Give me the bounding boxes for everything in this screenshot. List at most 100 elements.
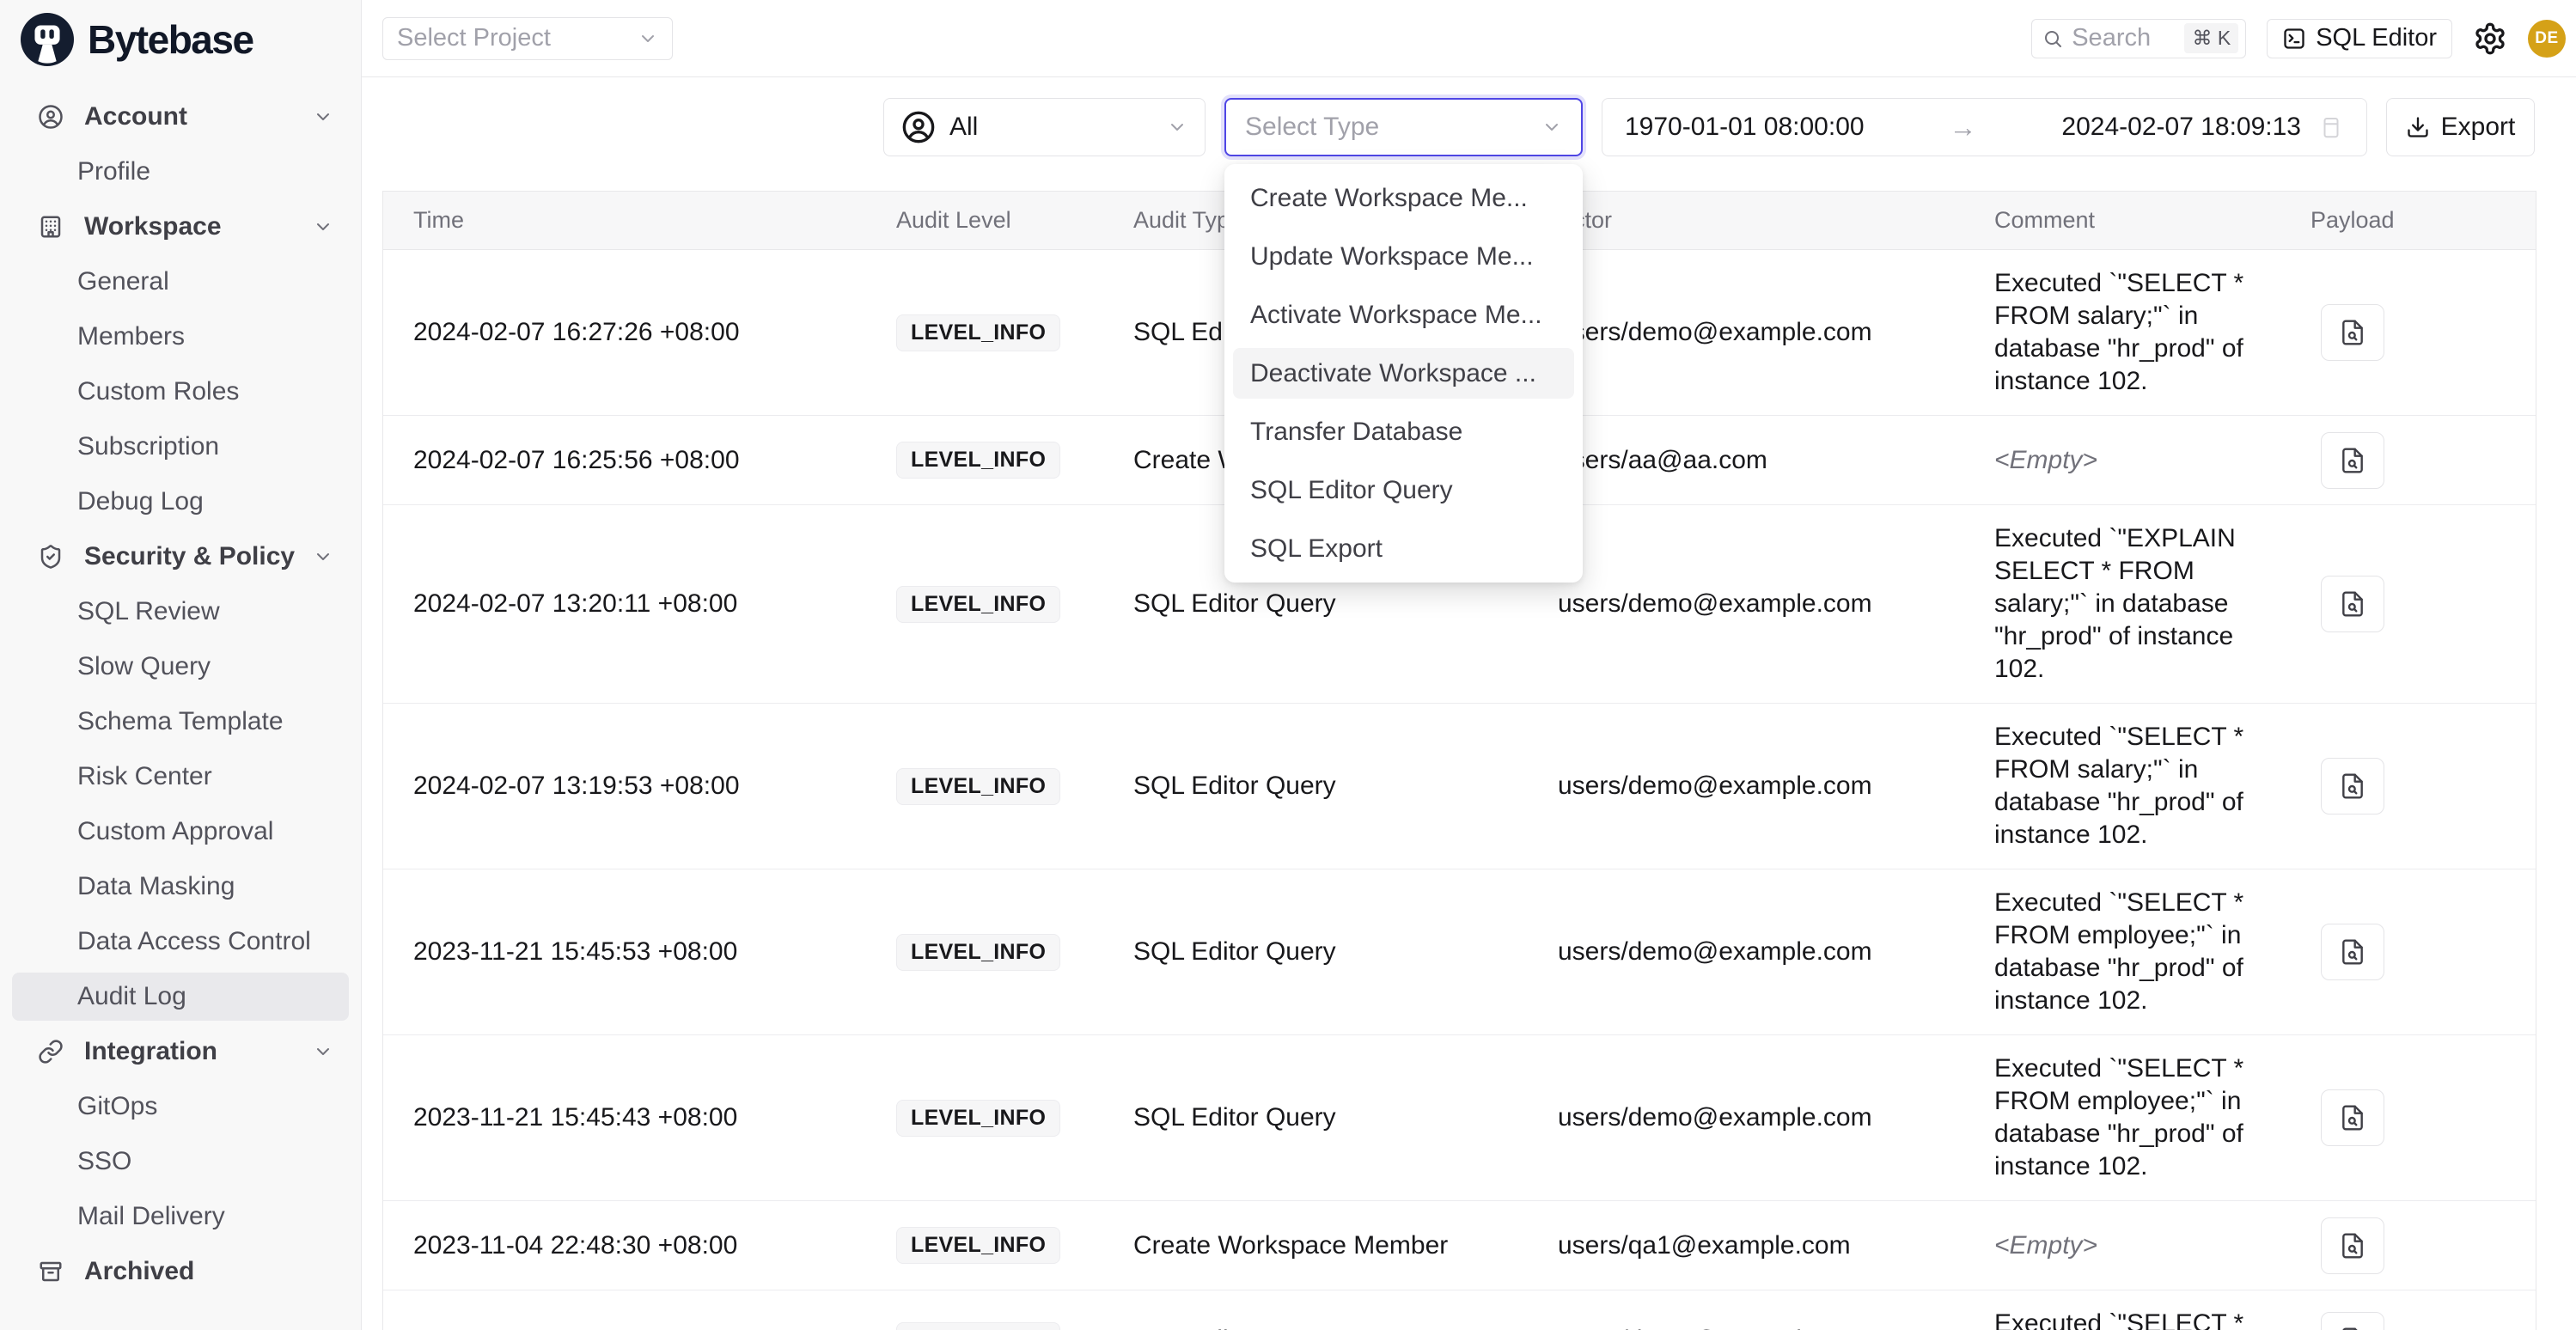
- type-dropdown-menu: Create Workspace Me... Update Workspace M…: [1224, 164, 1583, 583]
- payload-view-button[interactable]: [2321, 1217, 2384, 1274]
- column-header-time: Time: [383, 207, 896, 234]
- search-shortcut-kbd: ⌘ K: [2184, 23, 2238, 53]
- comment-cell: Executed `"EXPLAIN SELECT * FROM salary;…: [1994, 505, 2286, 703]
- audit-level-badge: LEVEL_INFO: [896, 314, 1060, 351]
- column-header-audit-level: Audit Level: [896, 207, 1133, 234]
- sidebar-item-general[interactable]: General: [12, 258, 349, 306]
- avatar[interactable]: DE: [2528, 20, 2566, 58]
- building-icon: [38, 214, 64, 240]
- sidebar-item-label: Custom Roles: [77, 377, 349, 406]
- chevron-down-icon: [638, 28, 658, 49]
- export-button[interactable]: Export: [2386, 98, 2535, 156]
- search-input[interactable]: Search ⌘ K: [2031, 19, 2246, 58]
- file-search-icon: [2339, 1230, 2366, 1261]
- audit-type-cell: SQL Editor Query: [1133, 589, 1558, 619]
- actor-cell: users/demo@example.com: [1558, 589, 1994, 619]
- sidebar-item-subscription[interactable]: Subscription: [12, 423, 349, 471]
- settings-gear-icon[interactable]: [2473, 21, 2507, 56]
- menu-item-sql-export[interactable]: SQL Export: [1233, 523, 1574, 574]
- sidebar-item-label: General: [77, 267, 349, 296]
- time-cell: 2023-11-04 22:48:30 +08:00: [383, 1231, 896, 1260]
- payload-view-button[interactable]: [2321, 758, 2384, 814]
- sidebar-item-archived[interactable]: Archived: [12, 1248, 349, 1296]
- sidebar-item-label: Integration: [84, 1037, 313, 1066]
- project-select[interactable]: Select Project: [382, 17, 673, 60]
- sidebar-item-members[interactable]: Members: [12, 313, 349, 361]
- sidebar-item-custom-approval[interactable]: Custom Approval: [12, 808, 349, 856]
- sidebar-item-integration[interactable]: Integration: [12, 1028, 349, 1076]
- file-search-icon: [2339, 1325, 2366, 1330]
- audit-type-cell: SQL Editor Query: [1133, 1103, 1558, 1132]
- sidebar-item-data-access-control[interactable]: Data Access Control: [12, 918, 349, 966]
- actor-cell: users/demo@example.com: [1558, 1326, 1994, 1330]
- time-cell: 2023-11-04 01:06:24 +08:00: [383, 1326, 896, 1330]
- brand-logo[interactable]: Bytebase: [0, 0, 361, 74]
- comment-cell: Executed `"SELECT * FROM employee;"` in …: [1994, 1035, 2286, 1200]
- payload-view-button[interactable]: [2321, 576, 2384, 632]
- actor-cell: users/demo@example.com: [1558, 772, 1994, 801]
- payload-view-button[interactable]: [2321, 1089, 2384, 1146]
- brand-name: Bytebase: [88, 16, 253, 63]
- actor-filter-select[interactable]: All: [883, 98, 1206, 156]
- sidebar-item-slow-query[interactable]: Slow Query: [12, 643, 349, 691]
- comment-cell: <Empty>: [1994, 427, 2286, 494]
- audit-level-badge: LEVEL_INFO: [896, 768, 1060, 805]
- sidebar-item-sql-review[interactable]: SQL Review: [12, 588, 349, 636]
- menu-item-transfer-database[interactable]: Transfer Database: [1233, 406, 1574, 457]
- payload-view-button[interactable]: [2321, 924, 2384, 980]
- time-cell: 2024-02-07 13:19:53 +08:00: [383, 772, 896, 801]
- menu-item-sql-editor-query[interactable]: SQL Editor Query: [1233, 465, 1574, 516]
- user-circle-icon: [38, 104, 64, 130]
- sidebar-item-label: Workspace: [84, 212, 313, 241]
- comment-cell: <Empty>: [1994, 1212, 2286, 1279]
- sidebar-item-audit-log[interactable]: Audit Log: [12, 973, 349, 1021]
- shield-check-icon: [38, 544, 64, 570]
- chevron-down-icon: [313, 546, 333, 567]
- sidebar-item-label: Subscription: [77, 432, 349, 461]
- link-icon: [38, 1039, 64, 1065]
- date-range-input[interactable]: 1970-01-01 08:00:00 → 2024-02-07 18:09:1…: [1602, 98, 2367, 156]
- comment-cell: Executed `"SELECT * FROM department;"` i…: [1994, 1290, 2286, 1330]
- audit-level-badge: LEVEL_INFO: [896, 934, 1060, 971]
- audit-level-badge: LEVEL_INFO: [896, 1100, 1060, 1137]
- sidebar-item-risk-center[interactable]: Risk Center: [12, 753, 349, 801]
- payload-view-button[interactable]: [2321, 1312, 2384, 1330]
- sidebar-item-data-masking[interactable]: Data Masking: [12, 863, 349, 911]
- audit-type-cell: SQL Editor Query: [1133, 937, 1558, 967]
- menu-item-update-workspace-me[interactable]: Update Workspace Me...: [1233, 231, 1574, 282]
- actor-cell: users/demo@example.com: [1558, 318, 1994, 347]
- file-search-icon: [2339, 1102, 2366, 1133]
- sidebar-item-label: Account: [84, 102, 313, 131]
- audit-level-badge: LEVEL_INFO: [896, 442, 1060, 479]
- sidebar-item-custom-roles[interactable]: Custom Roles: [12, 368, 349, 416]
- table-row: 2023-11-04 22:48:30 +08:00LEVEL_INFOCrea…: [383, 1201, 2536, 1290]
- audit-type-cell: SQL Editor Query: [1133, 772, 1558, 801]
- sidebar-item-account[interactable]: Account: [12, 93, 349, 141]
- menu-item-activate-workspace-me[interactable]: Activate Workspace Me...: [1233, 290, 1574, 340]
- type-filter-select[interactable]: Select Type: [1224, 98, 1583, 156]
- sidebar-item-debug-log[interactable]: Debug Log: [12, 478, 349, 526]
- sidebar-item-mail-delivery[interactable]: Mail Delivery: [12, 1193, 349, 1241]
- menu-item-deactivate-workspace[interactable]: Deactivate Workspace ...: [1233, 348, 1574, 399]
- calendar-icon: [2318, 114, 2344, 140]
- menu-item-create-workspace-me[interactable]: Create Workspace Me...: [1233, 173, 1574, 223]
- filter-bar: All Select Type 1970-01-01 08:00:00 → 20…: [362, 98, 2576, 156]
- table-row: 2023-11-21 15:45:53 +08:00LEVEL_INFOSQL …: [383, 869, 2536, 1035]
- column-header-actor: Actor: [1558, 207, 1994, 234]
- comment-cell: Executed `"SELECT * FROM employee;"` in …: [1994, 869, 2286, 1034]
- sidebar-item-profile[interactable]: Profile: [12, 148, 349, 196]
- file-search-icon: [2339, 936, 2366, 967]
- payload-view-button[interactable]: [2321, 432, 2384, 489]
- sidebar-item-gitops[interactable]: GitOps: [12, 1083, 349, 1131]
- sidebar-item-schema-template[interactable]: Schema Template: [12, 698, 349, 746]
- chevron-down-icon: [1167, 117, 1187, 137]
- payload-view-button[interactable]: [2321, 304, 2384, 361]
- download-icon: [2406, 115, 2430, 139]
- sidebar-item-workspace[interactable]: Workspace: [12, 203, 349, 251]
- sidebar-item-security-policy[interactable]: Security & Policy: [12, 533, 349, 581]
- sidebar-item-label: Slow Query: [77, 652, 349, 681]
- actor-cell: users/demo@example.com: [1558, 937, 1994, 967]
- sidebar-item-sso[interactable]: SSO: [12, 1138, 349, 1186]
- sql-editor-button[interactable]: SQL Editor: [2267, 19, 2452, 58]
- sidebar-item-label: Data Access Control: [77, 927, 349, 956]
